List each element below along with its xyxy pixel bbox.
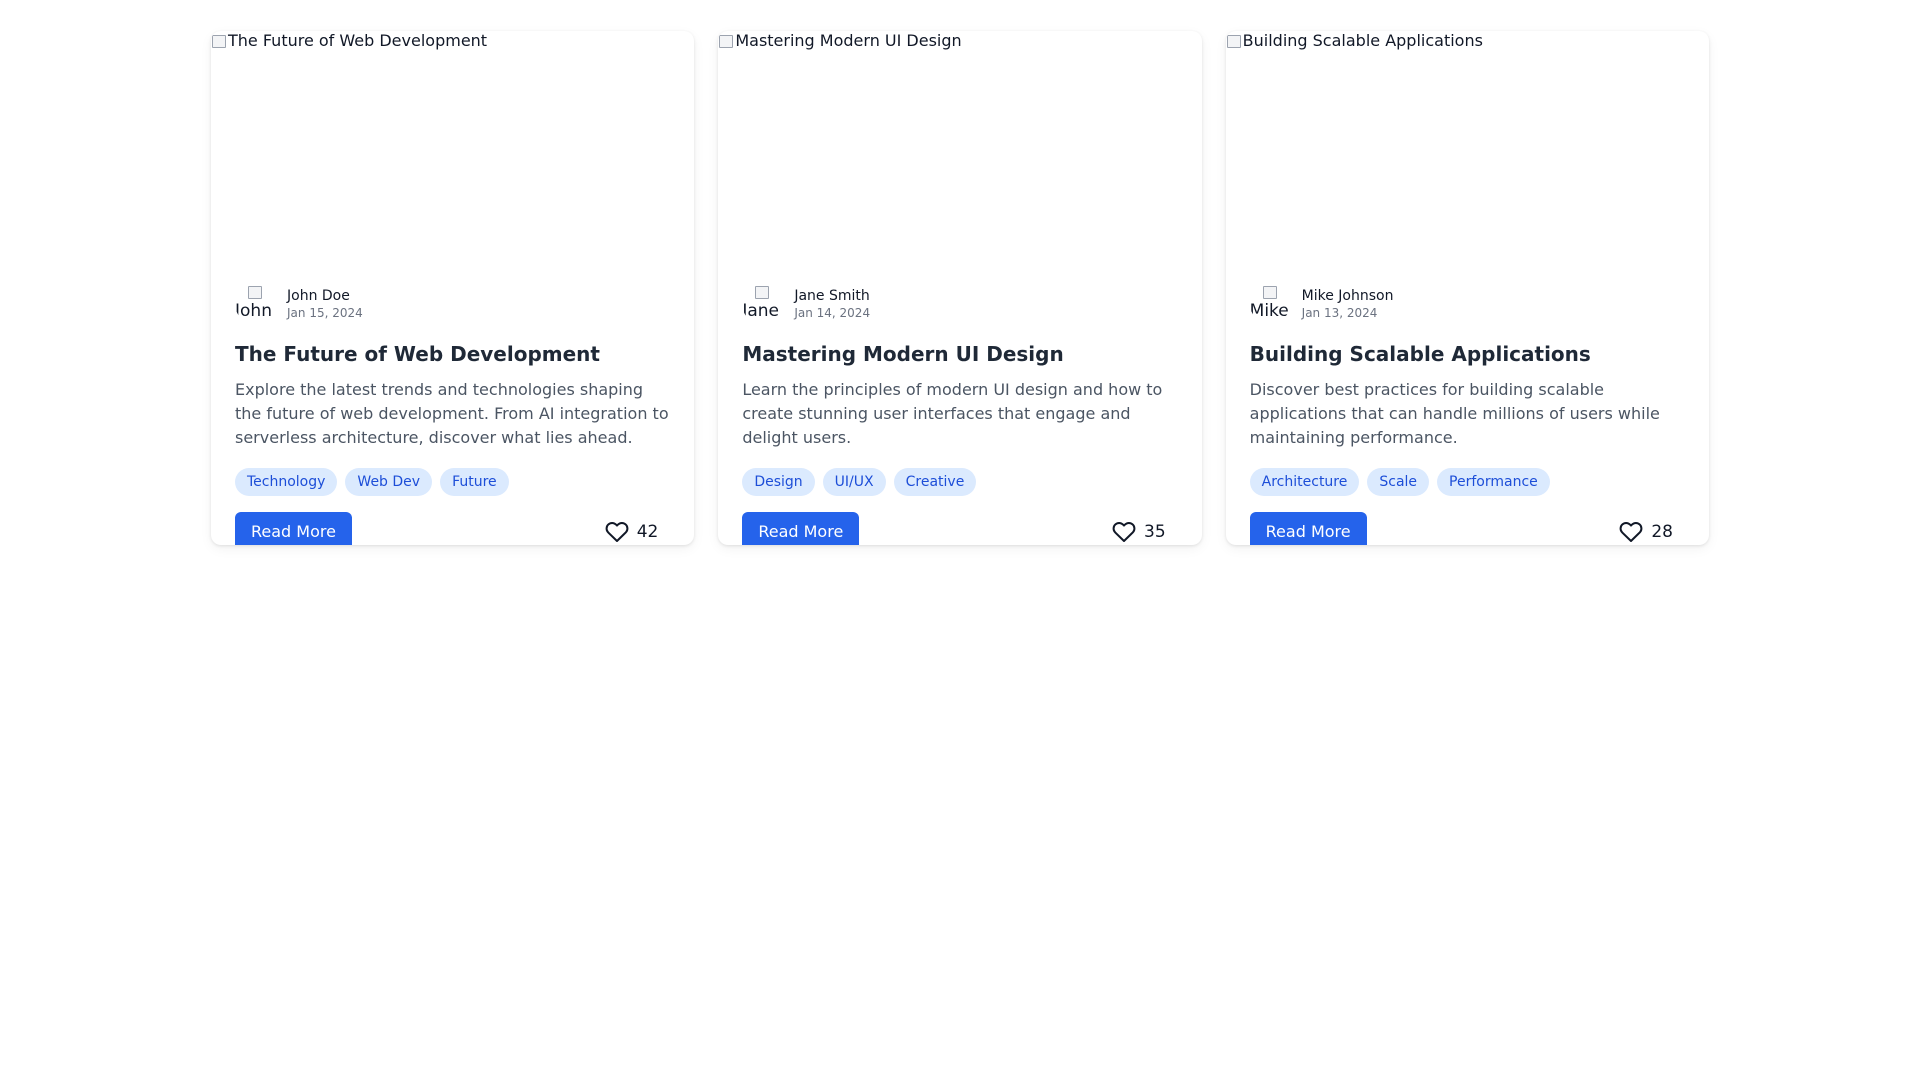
author-row: Jane Smith Jane Smith Jan 14, 2024 bbox=[742, 284, 1177, 324]
tag[interactable]: Design bbox=[742, 468, 815, 496]
cover-image: Mastering Modern UI Design bbox=[718, 31, 1201, 241]
heart-icon bbox=[605, 520, 629, 544]
tag[interactable]: UI/UX bbox=[822, 468, 886, 496]
avatar-alt-text: Mike Johnson bbox=[1249, 301, 1290, 321]
tag[interactable]: Architecture bbox=[1249, 468, 1360, 496]
blog-card: Mastering Modern UI Design Jane Smith Ja… bbox=[718, 31, 1202, 545]
author-name: Jane Smith bbox=[794, 288, 870, 304]
post-date: Jan 15, 2024 bbox=[287, 306, 363, 320]
tag[interactable]: Future bbox=[440, 468, 509, 496]
post-title: Building Scalable Applications bbox=[1249, 342, 1591, 366]
broken-image-icon bbox=[211, 33, 227, 49]
read-more-button[interactable]: Read More bbox=[1249, 512, 1367, 545]
broken-image-icon bbox=[1226, 33, 1242, 49]
cover-image: The Future of Web Development bbox=[211, 31, 694, 241]
broken-image-icon bbox=[247, 284, 263, 300]
post-description: Explore the latest trends and technologi… bbox=[235, 380, 669, 447]
avatar-alt-text: John Doe bbox=[235, 301, 275, 321]
author-row: John Doe John Doe Jan 15, 2024 bbox=[235, 284, 670, 324]
blog-card-grid: The Future of Web Development John Doe J… bbox=[211, 31, 1709, 545]
author-name: John Doe bbox=[287, 288, 350, 304]
tag[interactable]: Creative bbox=[893, 468, 977, 496]
avatar-alt-text: Jane Smith bbox=[742, 301, 782, 321]
like-count: 42 bbox=[636, 522, 659, 542]
cover-alt-text: Building Scalable Applications bbox=[1242, 31, 1483, 50]
post-title: The Future of Web Development bbox=[235, 342, 600, 366]
tag[interactable]: Performance bbox=[1437, 468, 1550, 496]
cover-image-alt: The Future of Web Development bbox=[211, 31, 487, 51]
post-description: Discover best practices for building sca… bbox=[1249, 380, 1660, 447]
broken-image-icon bbox=[718, 33, 734, 49]
cover-image-alt: Mastering Modern UI Design bbox=[718, 31, 962, 51]
like-count: 35 bbox=[1144, 522, 1166, 542]
avatar: Jane Smith bbox=[742, 284, 782, 324]
post-date: Jan 14, 2024 bbox=[794, 306, 871, 320]
avatar: Mike Johnson bbox=[1250, 284, 1290, 324]
read-more-button[interactable]: Read More bbox=[742, 512, 860, 545]
tag[interactable]: Web Dev bbox=[345, 468, 433, 496]
tag-list: Architecture Scale Performance bbox=[1249, 468, 1685, 496]
tag-list: Design UI/UX Creative bbox=[742, 468, 1177, 496]
like-button[interactable]: 35 bbox=[1100, 512, 1178, 545]
post-description: Learn the principles of modern UI design… bbox=[742, 380, 1163, 447]
blog-card: Building Scalable Applications Mike John… bbox=[1225, 31, 1709, 545]
cover-image: Building Scalable Applications bbox=[1226, 31, 1709, 241]
tag-list: Technology Web Dev Future bbox=[235, 468, 670, 496]
heart-icon bbox=[1112, 520, 1136, 544]
tag[interactable]: Scale bbox=[1367, 468, 1430, 496]
like-count: 28 bbox=[1651, 522, 1673, 542]
read-more-button[interactable]: Read More bbox=[235, 512, 352, 545]
cover-alt-text: Mastering Modern UI Design bbox=[735, 31, 962, 50]
cover-alt-text: The Future of Web Development bbox=[228, 31, 488, 50]
broken-image-icon bbox=[1262, 284, 1278, 300]
tag[interactable]: Technology bbox=[235, 468, 338, 496]
like-button[interactable]: 42 bbox=[593, 512, 671, 545]
heart-icon bbox=[1619, 520, 1643, 544]
post-date: Jan 13, 2024 bbox=[1301, 306, 1378, 320]
blog-card: The Future of Web Development John Doe J… bbox=[211, 31, 695, 545]
post-title: Mastering Modern UI Design bbox=[742, 342, 1064, 366]
author-name: Mike Johnson bbox=[1301, 288, 1394, 304]
avatar: John Doe bbox=[235, 284, 275, 324]
broken-image-icon bbox=[754, 284, 770, 300]
like-button[interactable]: 28 bbox=[1607, 512, 1685, 545]
author-row: Mike Johnson Mike Johnson Jan 13, 2024 bbox=[1250, 284, 1685, 324]
cover-image-alt: Building Scalable Applications bbox=[1226, 31, 1483, 51]
